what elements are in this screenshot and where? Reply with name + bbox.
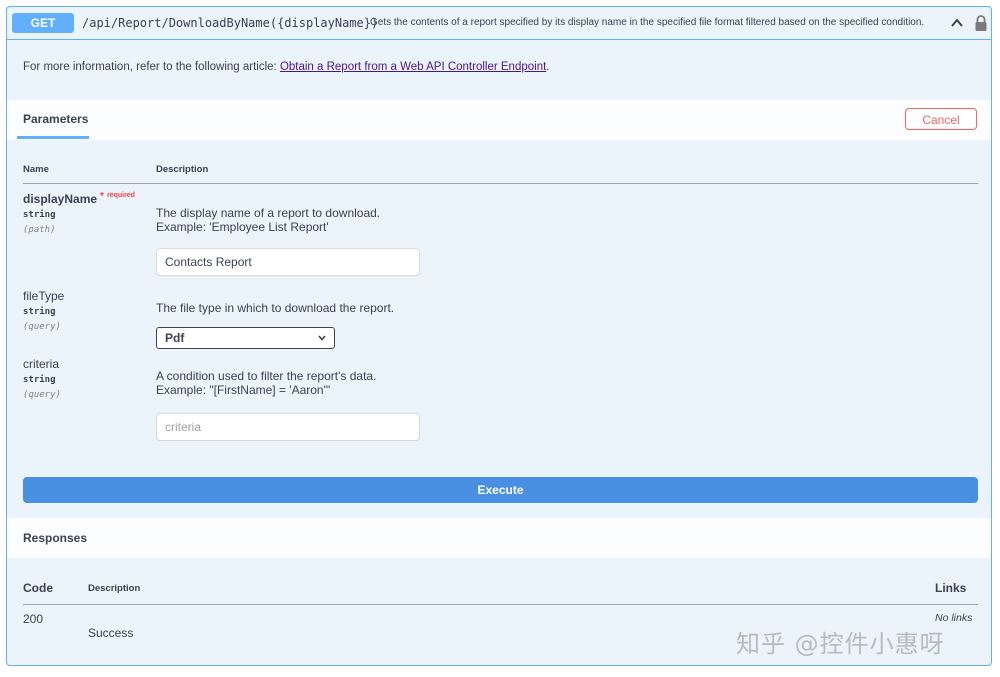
col-header-description: Description	[156, 164, 209, 175]
param-name-filetype: fileType	[23, 289, 65, 303]
info-text: For more information, refer to the follo…	[23, 61, 549, 73]
watermark: 知乎 @控件小惠呀	[736, 630, 945, 658]
criteria-input[interactable]: criteria	[156, 413, 420, 441]
param-description-displayname: The display name of a report to download…	[156, 206, 380, 234]
param-type-criteria: string	[23, 375, 56, 385]
param-description-filetype: The file type in which to download the r…	[156, 301, 394, 315]
execute-button[interactable]: Execute	[23, 477, 978, 503]
operation-summary[interactable]: GET /api/Report/DownloadByName({displayN…	[7, 7, 991, 40]
param-name-criteria: criteria	[23, 357, 60, 371]
param-name-displayname: displayName * required	[23, 191, 135, 206]
param-description-line: The file type in which to download the r…	[156, 301, 395, 315]
param-type-filetype: string	[23, 307, 56, 317]
response-links: No links	[935, 612, 973, 624]
responses-header: Responses	[7, 518, 991, 558]
tab-parameters[interactable]: Parameters	[23, 112, 88, 126]
param-description-criteria: A condition used to filter the report's …	[156, 369, 376, 397]
operation-path: /api/Report/DownloadByName({displayName}…	[82, 16, 379, 30]
param-name-text: displayName	[23, 192, 98, 206]
param-in-filetype: (query)	[23, 322, 61, 332]
param-description-example: Example: "[FirstName] = 'Aaron'"	[156, 383, 331, 397]
response-description: Success	[88, 626, 134, 640]
filetype-select[interactable]: Pdf	[156, 327, 335, 349]
param-type-displayname: string	[23, 210, 56, 220]
article-link[interactable]: Obtain a Report from a Web API Controlle…	[280, 61, 546, 73]
lock-icon[interactable]	[974, 14, 988, 32]
param-description-line: The display name of a report to download…	[156, 206, 381, 220]
param-in-criteria: (query)	[23, 390, 61, 400]
info-prefix: For more information, refer to the follo…	[23, 61, 280, 73]
responses-col-code: Code	[23, 581, 53, 595]
responses-divider	[23, 604, 978, 605]
chevron-down-icon	[318, 335, 326, 341]
response-code: 200	[23, 612, 44, 626]
parameters-header: Parameters Cancel	[7, 100, 991, 140]
filetype-selected-value: Pdf	[165, 331, 185, 345]
col-header-name: Name	[23, 164, 49, 175]
displayname-input[interactable]: Contacts Report	[156, 248, 420, 276]
param-in-displayname: (path)	[23, 225, 56, 235]
required-star: *	[100, 191, 104, 202]
method-badge: GET	[12, 13, 74, 33]
operation-summary-description: Gets the contents of a report specified …	[370, 17, 925, 28]
responses-title: Responses	[23, 531, 88, 545]
param-description-line: A condition used to filter the report's …	[156, 369, 377, 383]
info-suffix: .	[546, 61, 550, 73]
tab-parameters-underline	[17, 136, 89, 139]
param-description-example: Example: 'Employee List Report'	[156, 220, 329, 234]
cancel-button[interactable]: Cancel	[905, 108, 977, 130]
chevron-up-icon[interactable]	[951, 18, 963, 28]
required-label: required	[106, 192, 135, 199]
operation-block: GET /api/Report/DownloadByName({displayN…	[6, 6, 992, 666]
responses-col-description: Description	[88, 583, 141, 594]
params-divider	[23, 183, 978, 184]
responses-col-links: Links	[935, 581, 967, 595]
